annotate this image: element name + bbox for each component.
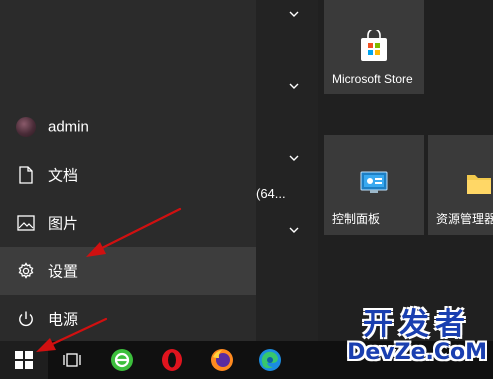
control-panel-icon — [360, 171, 388, 193]
nav-item-power-label: 电源 — [48, 311, 79, 329]
nav-item-documents[interactable]: 文档 — [0, 151, 256, 199]
chevron-down-icon[interactable] — [287, 225, 301, 235]
picture-icon — [16, 213, 36, 233]
tile-microsoft-store[interactable]: Microsoft Store — [324, 0, 424, 94]
app-list-truncated-label: (64... — [256, 186, 286, 201]
start-nav-pane: admin 文档 图片 设置 电源 — [0, 0, 256, 341]
tile-microsoft-store-label: Microsoft Store — [332, 72, 413, 86]
tile-file-explorer[interactable]: 资源管理器 — [428, 135, 493, 235]
nav-item-settings[interactable]: 设置 — [0, 247, 256, 295]
watermark-domain: DevZe.CoM — [347, 340, 487, 365]
power-icon — [16, 309, 36, 329]
nav-item-settings-label: 设置 — [48, 263, 79, 281]
firefox-icon — [211, 349, 233, 371]
gear-icon — [16, 261, 36, 281]
folder-icon — [467, 175, 491, 194]
store-bag-icon — [361, 30, 387, 61]
document-icon — [16, 165, 36, 185]
nav-item-pictures-label: 图片 — [48, 215, 79, 233]
nav-item-documents-label: 文档 — [48, 167, 79, 185]
opera-icon — [162, 349, 182, 371]
task-view-icon — [63, 353, 81, 367]
nav-item-pictures[interactable]: 图片 — [0, 199, 256, 247]
app-list-pane — [256, 0, 318, 341]
watermark: 开发者 DevZe.CoM — [347, 310, 487, 364]
taskbar-app-edge[interactable] — [246, 341, 294, 379]
tile-control-panel[interactable]: 控制面板 — [324, 135, 424, 235]
360-browser-icon — [111, 349, 133, 371]
nav-item-user-label: admin — [48, 118, 89, 136]
taskbar-app-360-browser[interactable] — [98, 341, 146, 379]
start-menu-screen: admin 文档 图片 设置 电源 (64... Microsoft Store… — [0, 0, 493, 379]
chevron-down-icon[interactable] — [287, 81, 301, 91]
edge-icon — [259, 349, 281, 371]
start-button[interactable] — [0, 341, 48, 379]
windows-logo-icon — [15, 351, 33, 369]
nav-item-power[interactable]: 电源 — [0, 295, 256, 343]
chevron-down-icon[interactable] — [287, 153, 301, 163]
nav-item-user[interactable]: admin — [0, 103, 256, 151]
tile-file-explorer-label: 资源管理器 — [436, 212, 493, 226]
taskbar-app-opera[interactable] — [148, 341, 196, 379]
tile-control-panel-label: 控制面板 — [332, 212, 381, 226]
watermark-title: 开发者 — [363, 307, 472, 342]
chevron-down-icon[interactable] — [287, 9, 301, 19]
user-avatar — [16, 117, 36, 137]
task-view-button[interactable] — [48, 341, 96, 379]
taskbar-app-firefox[interactable] — [198, 341, 246, 379]
